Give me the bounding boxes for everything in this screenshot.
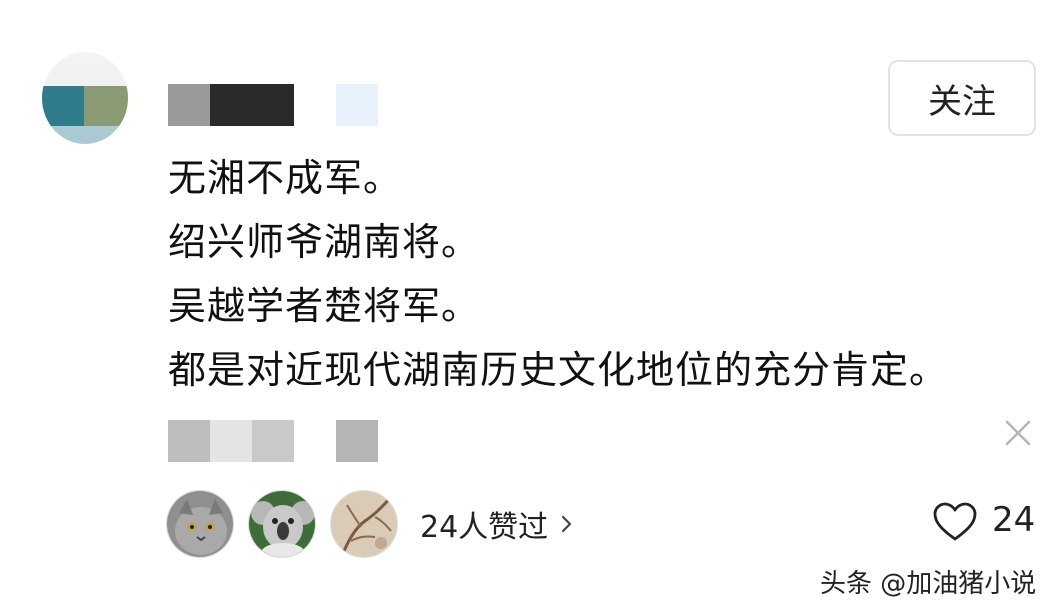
avatar-pixel xyxy=(42,86,84,126)
cat-avatar-image xyxy=(167,491,233,557)
comment-line: 都是对近现代湖南历史文化地位的充分肯定。 xyxy=(168,348,949,392)
close-icon[interactable] xyxy=(1003,418,1033,448)
mosaic-cell xyxy=(168,420,210,462)
mosaic-cell xyxy=(336,420,378,462)
likes-summary-link[interactable]: 24人赞过 xyxy=(420,502,574,546)
comment-line: 绍兴师爷湖南将。 xyxy=(168,220,481,264)
heart-icon[interactable] xyxy=(933,502,977,542)
liker-avatar-cat[interactable] xyxy=(166,490,234,558)
comment-meta-mosaic xyxy=(168,420,380,462)
mosaic-cell xyxy=(210,420,252,462)
avatar[interactable] xyxy=(42,52,128,144)
mosaic-cell xyxy=(252,420,294,462)
avatar-pixel xyxy=(42,126,128,144)
comment-line: 吴越学者楚将军。 xyxy=(168,284,481,328)
follow-button[interactable]: 关注 xyxy=(888,60,1036,136)
like-count: 24 xyxy=(992,500,1036,540)
mosaic-cell xyxy=(168,84,210,126)
comment-line: 无湘不成军。 xyxy=(168,156,403,200)
mosaic-cell xyxy=(336,84,378,126)
chevron-right-icon xyxy=(562,515,572,533)
liker-avatar-koala[interactable] xyxy=(248,490,316,558)
tree-avatar-image xyxy=(331,491,397,557)
username-mosaic[interactable] xyxy=(168,84,380,126)
liker-avatar-tree[interactable] xyxy=(330,490,398,558)
avatar-pixel xyxy=(84,86,128,126)
comment-body: 无湘不成军。 绍兴师爷湖南将。 吴越学者楚将军。 都是对近现代湖南历史文化地位的… xyxy=(168,146,948,402)
koala-avatar-image xyxy=(249,491,315,557)
watermark: 头条 @加油猪小说 xyxy=(820,569,1037,599)
likes-summary-label: 24人赞过 xyxy=(420,510,549,545)
mosaic-cell xyxy=(210,84,294,126)
